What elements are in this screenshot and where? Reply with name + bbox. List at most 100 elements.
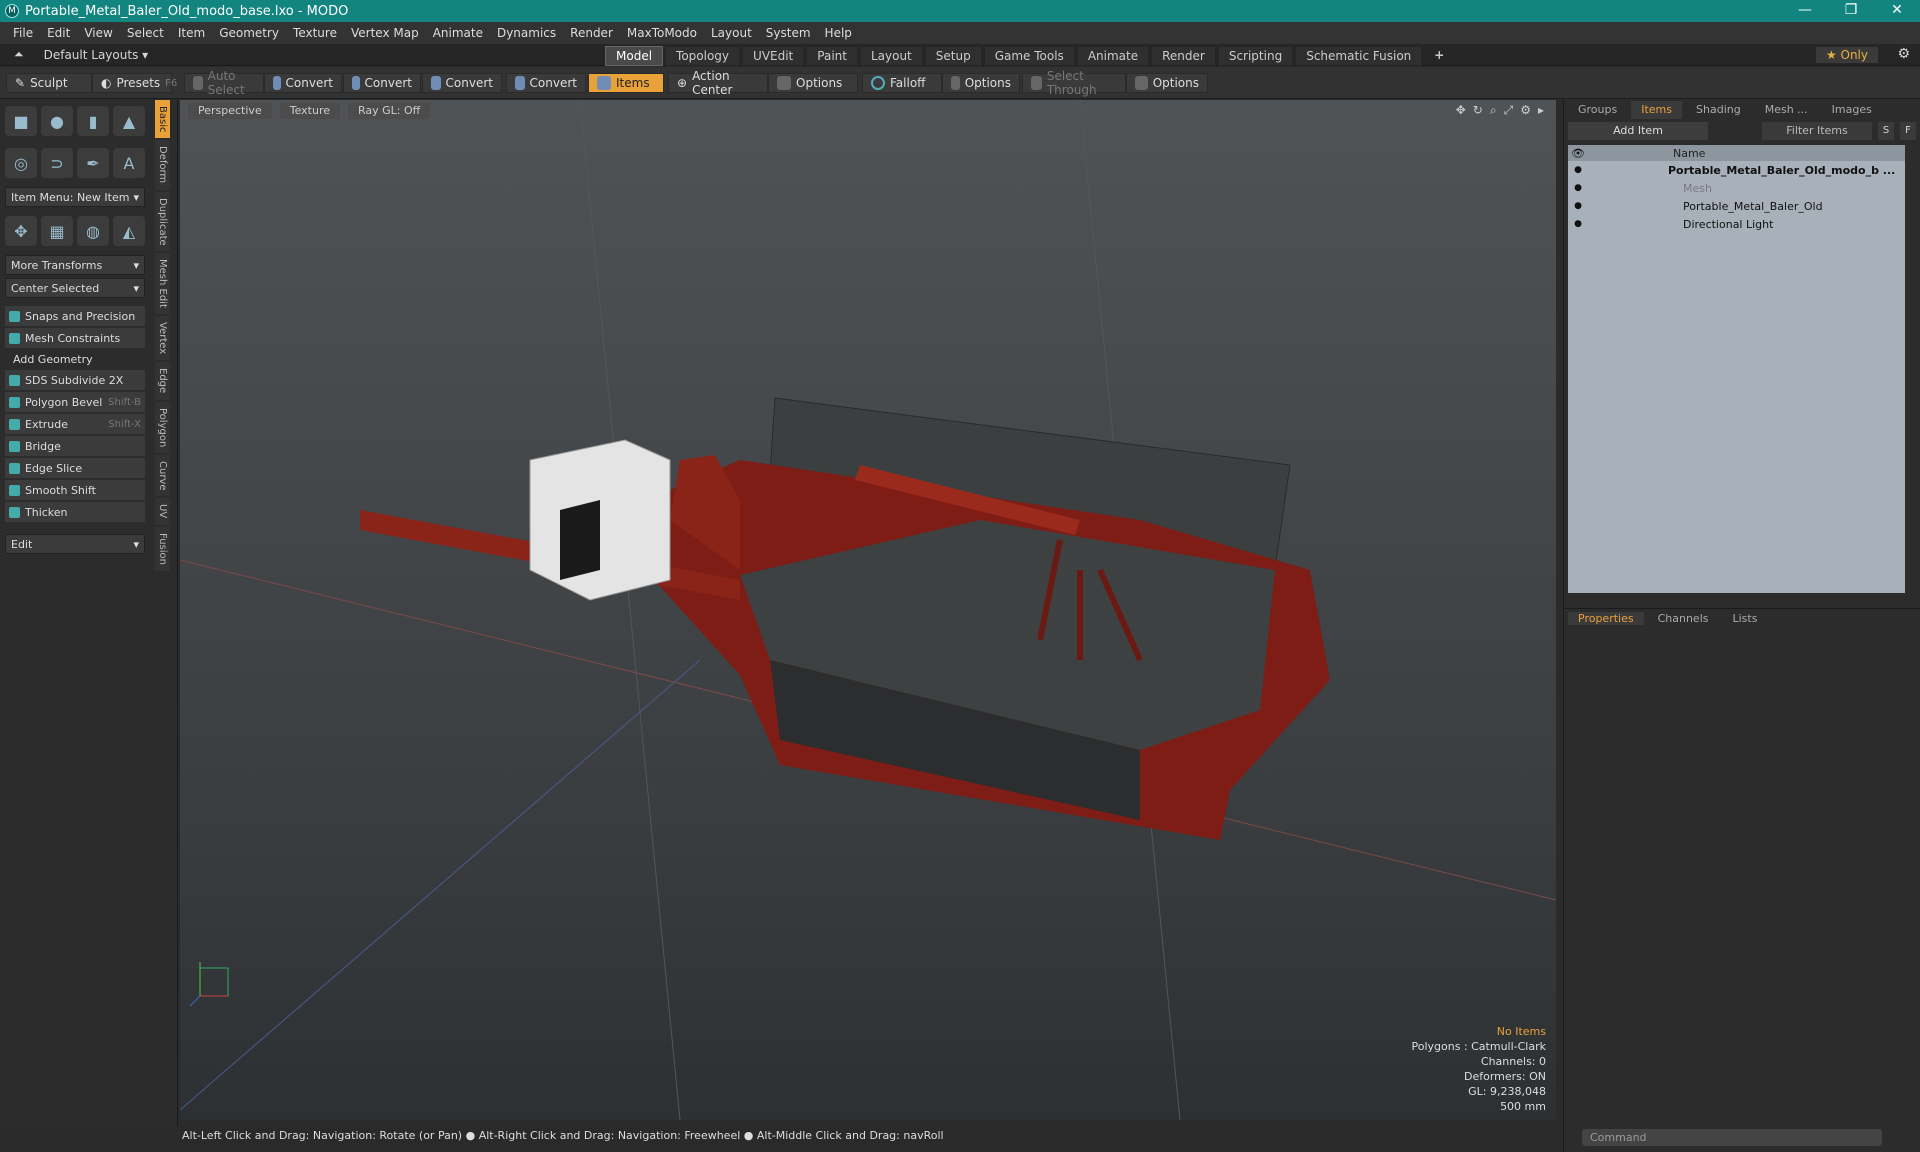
action-center-options-button[interactable]: Options [768, 73, 858, 93]
item-menu-dropdown[interactable]: Item Menu: New Item ▾ [5, 187, 145, 207]
3d-viewport[interactable]: Perspective Texture Ray GL: Off ✥ ↻ ⌕ ⤢ … [180, 100, 1556, 1120]
menu-animate[interactable]: Animate [426, 26, 490, 40]
convert-polygons-button[interactable]: Convert [422, 73, 502, 93]
tab-render[interactable]: Render [1151, 46, 1216, 66]
tab-items[interactable]: Items [1631, 101, 1683, 119]
tab-setup[interactable]: Setup [924, 46, 982, 66]
tab-schematic-fusion[interactable]: Schematic Fusion [1295, 46, 1423, 66]
presets-button[interactable]: ◐ Presets F6 [92, 73, 177, 93]
menu-edit[interactable]: Edit [40, 26, 77, 40]
command-input[interactable]: Command [1582, 1129, 1882, 1146]
vtab-duplicate[interactable]: Duplicate [155, 191, 170, 252]
close-button[interactable]: ✕ [1874, 0, 1920, 22]
cone-icon[interactable]: ▲ [113, 106, 145, 136]
menu-dynamics[interactable]: Dynamics [490, 26, 563, 40]
vtab-uv[interactable]: UV [155, 498, 170, 525]
menu-help[interactable]: Help [818, 26, 859, 40]
vtab-fusion[interactable]: Fusion [155, 526, 170, 571]
center-selected-dropdown[interactable]: Center Selected ▾ [5, 278, 145, 298]
cube-icon[interactable]: ■ [5, 106, 37, 136]
vtab-edge[interactable]: Edge [155, 362, 170, 400]
menu-render[interactable]: Render [563, 26, 620, 40]
tab-scripting[interactable]: Scripting [1217, 46, 1294, 66]
tab-images[interactable]: Images [1822, 101, 1882, 119]
snaps-precision-button[interactable]: Snaps and Precision [5, 306, 145, 326]
falloff-options-button[interactable]: Options [942, 73, 1020, 93]
menu-system[interactable]: System [759, 26, 818, 40]
select-through-button[interactable]: Select Through [1022, 69, 1126, 97]
menu-geometry[interactable]: Geometry [212, 26, 286, 40]
tab-paint[interactable]: Paint [806, 46, 858, 66]
convert-materials-button[interactable]: Convert [506, 73, 586, 93]
menu-vertex-map[interactable]: Vertex Map [344, 26, 426, 40]
minimize-button[interactable]: — [1782, 0, 1828, 22]
vtab-deform[interactable]: Deform [155, 140, 170, 190]
auto-select-button[interactable]: Auto Select [184, 69, 264, 97]
vtab-curve[interactable]: Curve [155, 454, 170, 497]
tab-model[interactable]: Model [605, 46, 664, 66]
tool-extrude[interactable]: Extrude Shift-X [5, 414, 145, 434]
vtab-mesh-edit[interactable]: Mesh Edit [155, 253, 170, 315]
pen-icon[interactable]: ✒ [77, 148, 109, 178]
tool-polygon-bevel[interactable]: Polygon Bevel Shift-B [5, 392, 145, 412]
tool-bridge[interactable]: Bridge [5, 436, 145, 456]
sphere-icon[interactable]: ● [41, 106, 73, 136]
only-button[interactable]: ★ Only [1815, 47, 1878, 63]
vtab-vertex[interactable]: Vertex [155, 316, 170, 361]
transform-icon[interactable]: ✥ [5, 216, 37, 246]
menu-maxtomodo[interactable]: MaxToModo [620, 26, 704, 40]
menu-texture[interactable]: Texture [286, 26, 344, 40]
filter-s-button[interactable]: S [1878, 122, 1894, 140]
grid-icon[interactable]: ▦ [41, 216, 73, 246]
mesh-constraints-button[interactable]: Mesh Constraints [5, 328, 145, 348]
cylinder-icon[interactable]: ▮ [77, 106, 109, 136]
globe-icon[interactable]: ◍ [77, 216, 109, 246]
add-tab-button[interactable]: + [1424, 46, 1454, 66]
menu-layout[interactable]: Layout [704, 26, 759, 40]
edit-dropdown[interactable]: Edit ▾ [5, 534, 145, 554]
layout-arrow-icon[interactable]: ⏶ [14, 47, 24, 62]
menu-file[interactable]: File [6, 26, 40, 40]
tool-sds-subdivide[interactable]: SDS Subdivide 2X [5, 370, 145, 390]
convert-edges-button[interactable]: Convert [343, 73, 421, 93]
items-mode-button[interactable]: Items [588, 73, 664, 93]
tab-mesh[interactable]: Mesh ... [1755, 101, 1818, 119]
more-transforms-dropdown[interactable]: More Transforms ▾ [5, 255, 145, 275]
text-icon[interactable]: A [113, 148, 145, 178]
falloff-button[interactable]: Falloff [862, 73, 942, 93]
tree-row-baler[interactable]: ● Portable_Metal_Baler_Old [1568, 197, 1905, 215]
tree-row-mesh[interactable]: ● Mesh [1568, 179, 1905, 197]
tool-smooth-shift[interactable]: Smooth Shift [5, 480, 145, 500]
eye-icon[interactable]: ● [1568, 183, 1588, 193]
add-geometry-section[interactable]: Add Geometry [5, 350, 145, 368]
tab-uvedit[interactable]: UVEdit [742, 46, 805, 66]
tool-edge-slice[interactable]: Edge Slice [5, 458, 145, 478]
select-options-button[interactable]: Options [1126, 73, 1208, 93]
tree-row-light[interactable]: ● Directional Light [1568, 215, 1905, 233]
pyramid-icon[interactable]: ◭ [113, 216, 145, 246]
tab-properties[interactable]: Properties [1568, 612, 1644, 625]
tab-shading[interactable]: Shading [1686, 101, 1751, 119]
eye-icon[interactable]: ● [1568, 201, 1588, 211]
tab-layout[interactable]: Layout [859, 46, 923, 66]
add-item-button[interactable]: Add Item [1568, 122, 1708, 140]
settings-gear-icon[interactable]: ⚙ [1897, 46, 1910, 62]
convert-vertices-button[interactable]: Convert [264, 73, 342, 93]
menu-view[interactable]: View [77, 26, 119, 40]
filter-f-button[interactable]: F [1900, 122, 1916, 140]
vtab-polygon[interactable]: Polygon [155, 401, 170, 453]
torus-icon[interactable]: ◎ [5, 148, 37, 178]
tab-channels[interactable]: Channels [1648, 612, 1719, 625]
tab-game-tools[interactable]: Game Tools [983, 46, 1075, 66]
tab-groups[interactable]: Groups [1568, 101, 1627, 119]
maximize-button[interactable]: ❐ [1828, 0, 1874, 22]
layouts-dropdown[interactable]: Default Layouts ▾ [44, 48, 149, 62]
tool-thicken[interactable]: Thicken [5, 502, 145, 522]
tree-row-scene[interactable]: ● Portable_Metal_Baler_Old_modo_b ... [1568, 161, 1905, 179]
eye-icon[interactable]: ● [1568, 219, 1588, 229]
menu-item[interactable]: Item [171, 26, 212, 40]
sculpt-button[interactable]: ✎ Sculpt [6, 73, 92, 93]
tab-animate[interactable]: Animate [1076, 46, 1150, 66]
menu-select[interactable]: Select [120, 26, 171, 40]
capsule-icon[interactable]: ⊃ [41, 148, 73, 178]
